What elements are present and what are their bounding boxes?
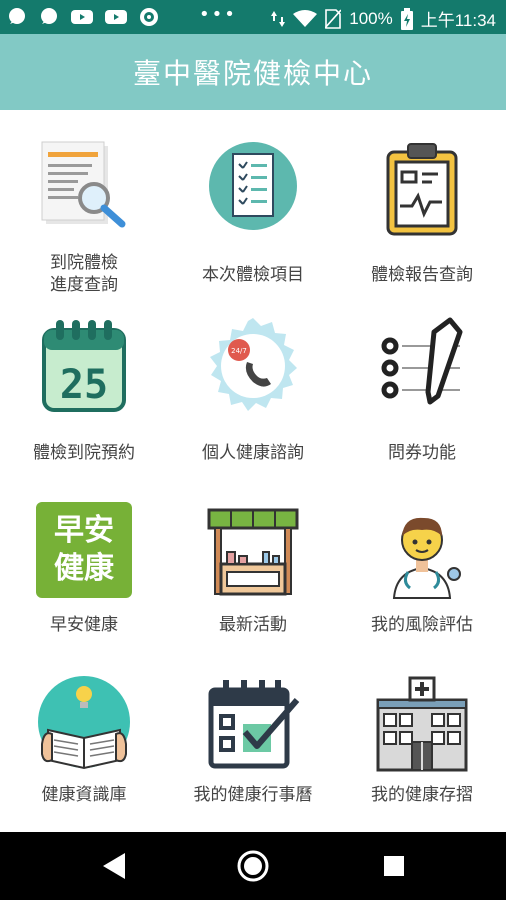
hospital-building-icon (376, 676, 468, 772)
back-button[interactable] (74, 832, 154, 900)
chat-bubble-icon (9, 8, 25, 24)
tile-risk-assessment[interactable]: 我的風險評估 (338, 482, 506, 652)
tile-label: 到院體檢 進度查詢 (0, 252, 168, 296)
home-circle-icon (237, 850, 269, 882)
phone-24-7-icon: 24/7 (210, 318, 297, 411)
logo-text-line-1: 早安 (54, 513, 114, 548)
reading-book-icon (38, 676, 130, 770)
tile-label: 早安健康 (50, 615, 118, 635)
home-button[interactable] (213, 832, 293, 900)
battery-percent: 100% (349, 8, 393, 28)
doctor-icon (392, 517, 461, 599)
tile-label-line-1: 到院體檢 (50, 253, 118, 273)
back-triangle-icon (103, 853, 125, 879)
checklist-icon (209, 142, 297, 230)
recents-square-icon (384, 856, 404, 876)
tile-label: 體檢到院預約 (33, 443, 135, 463)
more-dots-icon: ••• (199, 4, 237, 25)
tile-survey[interactable]: 問券功能 (338, 296, 506, 466)
document-search-icon (41, 141, 126, 228)
tile-label: 最新活動 (219, 615, 287, 635)
tile-label: 體檢報告查詢 (371, 265, 473, 285)
survey-pencil-icon (381, 317, 463, 405)
clock: 上午11:34 (420, 11, 496, 30)
svg-text:24/7: 24/7 (231, 347, 247, 355)
tile-label: 本次體檢項目 (202, 265, 304, 285)
tile-appointment[interactable]: 25 體檢到院預約 (0, 296, 168, 466)
recents-button[interactable] (354, 832, 434, 900)
logo-text-line-2: 健康 (54, 551, 114, 586)
app-bar: 臺中醫院健檢中心 (0, 34, 506, 110)
youtube-icon (105, 10, 127, 24)
tile-label: 健康資識庫 (41, 785, 127, 805)
starbucks-icon (140, 8, 158, 26)
tile-progress-query[interactable]: 到院體檢 進度查詢 (0, 118, 168, 295)
tile-morning-health[interactable]: 早安 健康 早安健康 (0, 482, 168, 652)
tile-consult[interactable]: 24/7 個人健康諮詢 (169, 296, 337, 466)
calendar-check-icon (208, 680, 300, 769)
app-title: 臺中醫院健檢中心 (132, 57, 373, 90)
data-arrows-icon (271, 10, 286, 27)
status-bar: ••• 100% 上午11:34 (0, 0, 506, 34)
tile-label-line-2: 進度查詢 (50, 275, 118, 295)
morning-health-logo: 早安 健康 (36, 502, 132, 598)
menu-grid: 到院體檢 進度查詢 本次體檢項目 體檢報告查詢 25 體檢到院預約 24/7 個… (0, 110, 506, 832)
tile-exam-items[interactable]: 本次體檢項目 (169, 118, 337, 288)
clipboard-report-icon (386, 143, 458, 236)
tile-label: 我的健康行事曆 (193, 785, 313, 805)
battery-icon (400, 7, 413, 30)
market-stall-icon (207, 508, 299, 596)
wifi-icon (293, 9, 318, 27)
svg-text:25: 25 (60, 362, 108, 408)
chat-bubble-icon (41, 8, 57, 24)
calendar-25-icon: 25 (42, 320, 126, 412)
tile-latest-events[interactable]: 最新活動 (169, 482, 337, 652)
tile-label: 我的風險評估 (371, 615, 473, 635)
no-sim-icon (325, 8, 342, 29)
tile-report-query[interactable]: 體檢報告查詢 (338, 118, 506, 288)
tile-label: 個人健康諮詢 (202, 443, 304, 463)
system-nav-bar (0, 832, 506, 900)
tile-label: 問券功能 (388, 443, 456, 463)
tile-health-passbook[interactable]: 我的健康存摺 (338, 654, 506, 824)
youtube-icon (71, 10, 93, 24)
tile-knowledge-base[interactable]: 健康資識庫 (0, 654, 168, 824)
tile-label: 我的健康存摺 (371, 785, 473, 805)
tile-health-calendar[interactable]: 我的健康行事曆 (169, 654, 337, 824)
